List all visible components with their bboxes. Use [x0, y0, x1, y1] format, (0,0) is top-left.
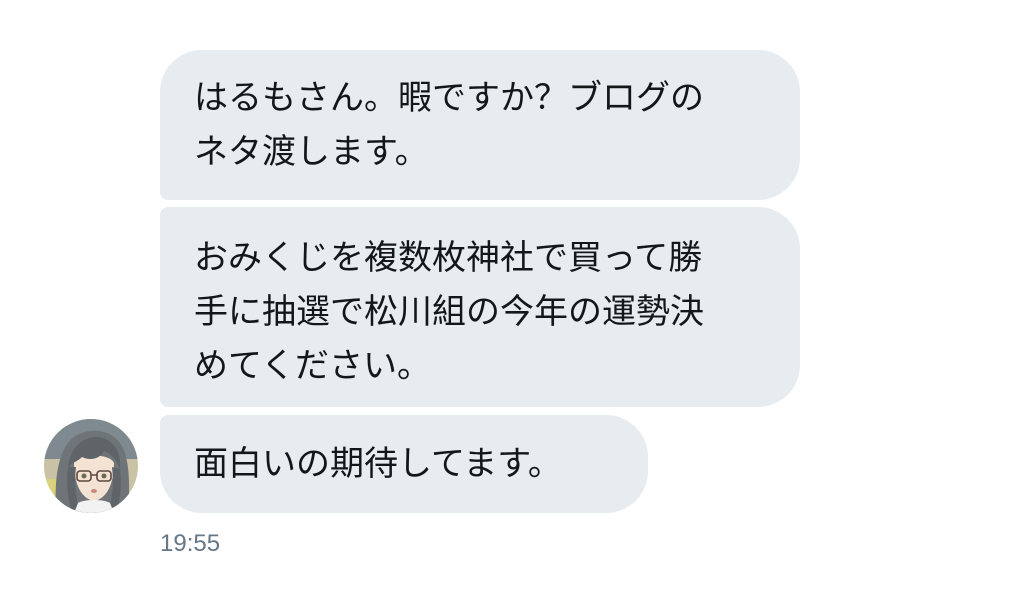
sender-avatar[interactable]	[44, 419, 138, 513]
message-bubble[interactable]: 面白いの期待してます。	[160, 415, 648, 513]
message-text-line: 面白いの期待してます。	[194, 444, 562, 484]
anime-girl-glasses-avatar-icon	[44, 419, 138, 513]
message-timestamp: 19:55	[160, 530, 221, 557]
message-text-line: 手に抽選で松川組の今年の運勢決	[194, 292, 704, 332]
message-text-line: めてください。	[194, 346, 431, 386]
message-text-line: ネタ渡します。	[194, 132, 429, 172]
message-text-line: はるもさん。暇ですか？ブログの	[194, 78, 704, 118]
message-bubble[interactable]: おみくじを複数枚神社で買って勝 手に抽選で松川組の今年の運勢決 めてください。	[160, 207, 800, 407]
message-bubble[interactable]: はるもさん。暇ですか？ブログの ネタ渡します。	[160, 50, 800, 200]
message-text-line: おみくじを複数枚神社で買って勝	[194, 238, 703, 278]
